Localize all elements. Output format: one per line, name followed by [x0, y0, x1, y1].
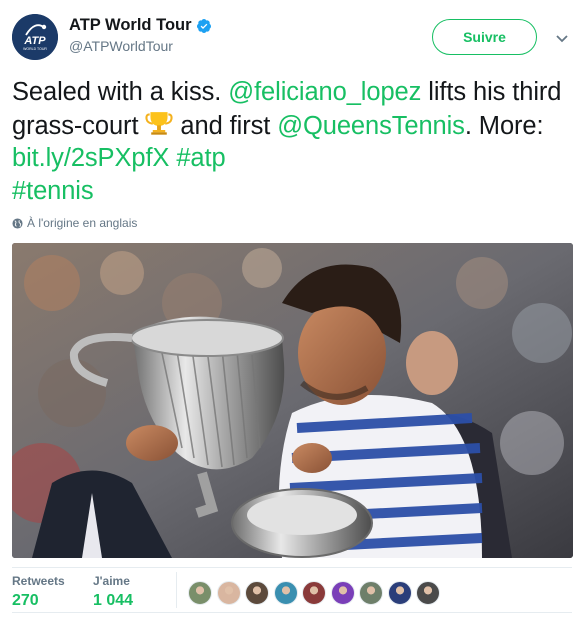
liker-avatars: [188, 581, 445, 605]
trophy-emoji-icon: [145, 109, 174, 137]
hashtag-link[interactable]: #atp: [176, 144, 225, 172]
short-url-link[interactable]: bit.ly/2sPXpfX: [12, 144, 169, 172]
atp-logo-icon[interactable]: ATP WORLD TOUR: [12, 14, 58, 60]
tweet-header: ATP WORLD TOUR ATP World Tour @ATPWorldT…: [12, 12, 572, 64]
avatar-text: ATP: [23, 35, 46, 47]
translation-label: À l'origine en anglais: [27, 216, 138, 230]
avatar-subtext: WORLD TOUR: [23, 47, 47, 51]
globe-icon: [12, 217, 23, 229]
tweet-text-part: Sealed with a kiss.: [12, 78, 229, 106]
liker-avatar-icon[interactable]: [416, 581, 440, 605]
display-name[interactable]: ATP World Tour: [69, 16, 192, 35]
account-handle[interactable]: @ATPWorldTour: [69, 38, 212, 54]
display-name-row[interactable]: ATP World Tour: [69, 16, 212, 35]
liker-avatar-icon[interactable]: [387, 581, 412, 605]
verified-badge-icon: [196, 18, 212, 34]
tweet-text: Sealed with a kiss. @feliciano_lopez lif…: [12, 76, 568, 207]
player-kissing-trophy-photo[interactable]: [12, 243, 573, 558]
likes-count: 1 044: [93, 592, 134, 609]
liker-avatar-icon[interactable]: [188, 581, 212, 605]
account-names: ATP World Tour @ATPWorldTour: [69, 16, 212, 54]
liker-avatar-icon[interactable]: [330, 581, 355, 605]
follow-button[interactable]: Suivre: [432, 19, 537, 55]
likes-stat[interactable]: J'aime 1 044: [93, 574, 133, 610]
liker-avatar-icon[interactable]: [273, 581, 298, 605]
translation-note: À l'origine en anglais: [12, 216, 137, 230]
hashtag-link[interactable]: #tennis: [12, 177, 94, 205]
chevron-down-icon[interactable]: [552, 28, 572, 48]
liker-avatar-icon[interactable]: [216, 581, 241, 605]
liker-avatar-icon[interactable]: [245, 581, 269, 605]
liker-avatar-icon[interactable]: [302, 581, 326, 605]
mention-link[interactable]: @feliciano_lopez: [228, 78, 421, 106]
retweets-stat[interactable]: Retweets 270: [12, 574, 65, 610]
mention-link[interactable]: @QueensTennis: [277, 112, 465, 140]
tweet-text-part: and first: [173, 111, 278, 140]
tweet-text-part: . More:: [464, 111, 544, 140]
divider: [176, 572, 177, 608]
divider: [12, 567, 572, 568]
retweets-count: 270: [12, 592, 39, 609]
divider: [12, 612, 572, 613]
retweets-label: Retweets: [12, 574, 65, 588]
likes-label: J'aime: [93, 574, 130, 588]
liker-avatar-icon[interactable]: [359, 581, 383, 605]
